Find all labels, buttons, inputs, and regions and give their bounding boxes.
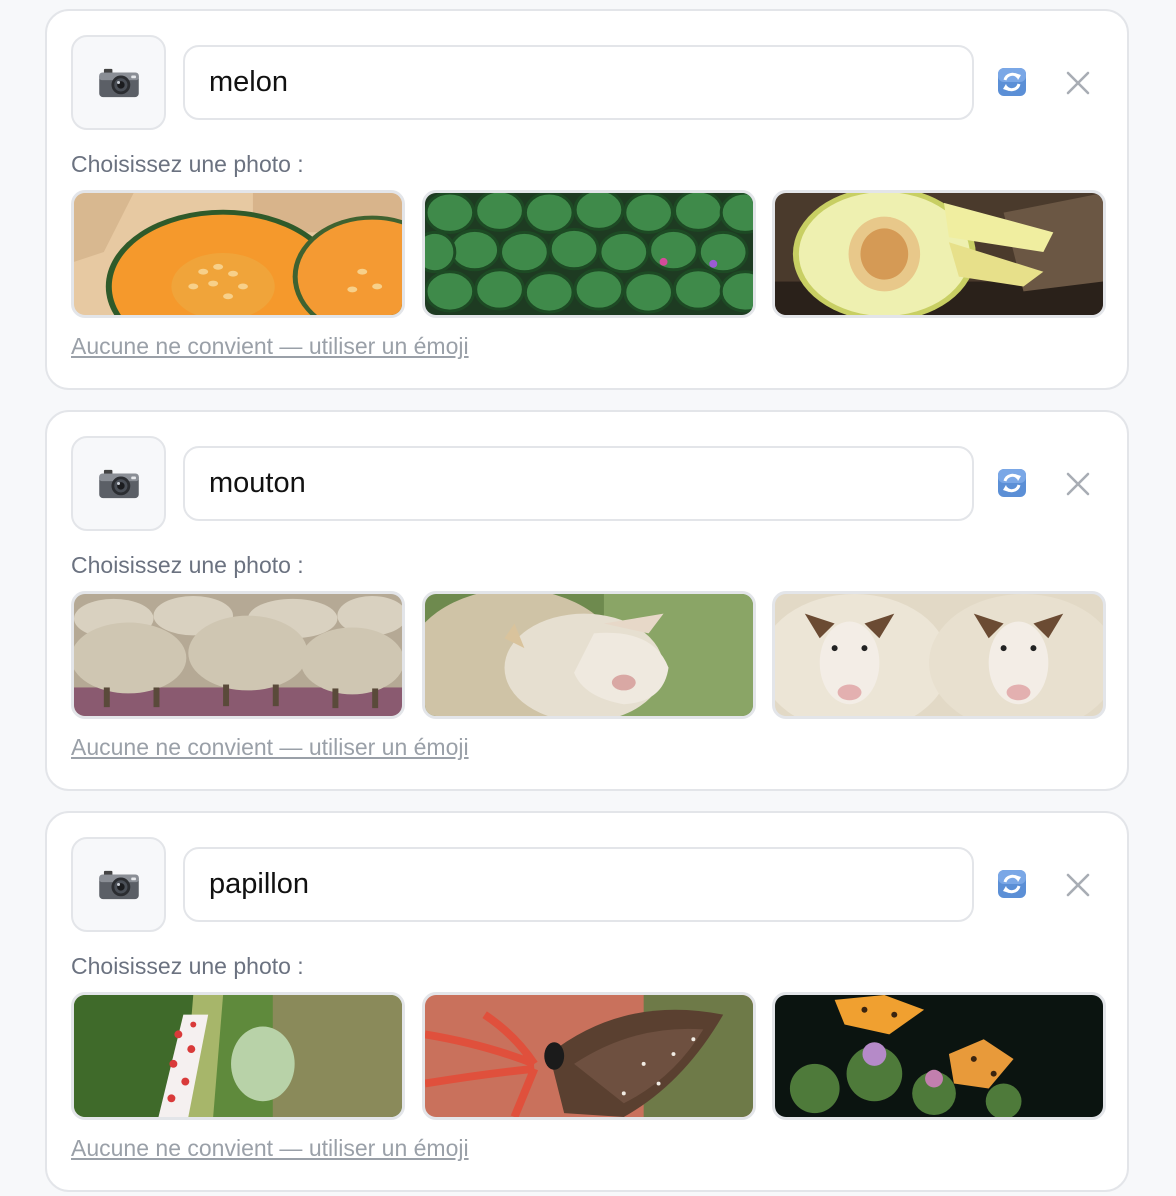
close-icon[interactable]	[1063, 68, 1093, 98]
use-emoji-link[interactable]: Aucune ne convient — utiliser un émoji	[71, 1135, 469, 1162]
word-input[interactable]	[183, 446, 974, 521]
word-card-papillon: Choisissez une photo :	[45, 811, 1129, 1192]
photo-prompt: Choisissez une photo :	[71, 953, 304, 979]
use-emoji-link[interactable]: Aucune ne convient — utiliser un émoji	[71, 333, 469, 360]
two-sheep-faces-photo[interactable]	[772, 591, 1106, 719]
camera-icon	[98, 869, 140, 901]
close-icon[interactable]	[1063, 469, 1093, 499]
brown-butterfly-red-flower-photo[interactable]	[422, 992, 756, 1120]
word-input[interactable]	[183, 45, 974, 120]
photo-thumbnail-button[interactable]	[71, 35, 166, 130]
camera-icon	[98, 468, 140, 500]
close-icon[interactable]	[1063, 870, 1093, 900]
word-card-mouton: Choisissez une photo :	[45, 410, 1129, 791]
honeydew-melon-photo[interactable]	[772, 190, 1106, 318]
photo-prompt: Choisissez une photo :	[71, 552, 304, 578]
use-emoji-link[interactable]: Aucune ne convient — utiliser un émoji	[71, 734, 469, 761]
camera-icon	[98, 67, 140, 99]
photo-prompt: Choisissez une photo :	[71, 151, 304, 177]
word-input[interactable]	[183, 847, 974, 922]
refresh-icon[interactable]	[997, 468, 1027, 498]
photo-thumbnail-button[interactable]	[71, 837, 166, 932]
moth-on-stem-photo[interactable]	[71, 992, 405, 1120]
sheep-closeup-photo[interactable]	[422, 591, 756, 719]
photo-thumbnail-button[interactable]	[71, 436, 166, 531]
grazing-sheep-flock-photo[interactable]	[71, 591, 405, 719]
refresh-icon[interactable]	[997, 869, 1027, 899]
word-card-melon: Choisissez une photo :	[45, 9, 1129, 390]
refresh-icon[interactable]	[997, 67, 1027, 97]
cantaloupe-halves-photo[interactable]	[71, 190, 405, 318]
orange-butterflies-thistle-photo[interactable]	[772, 992, 1106, 1120]
watermelons-pile-photo[interactable]	[422, 190, 756, 318]
